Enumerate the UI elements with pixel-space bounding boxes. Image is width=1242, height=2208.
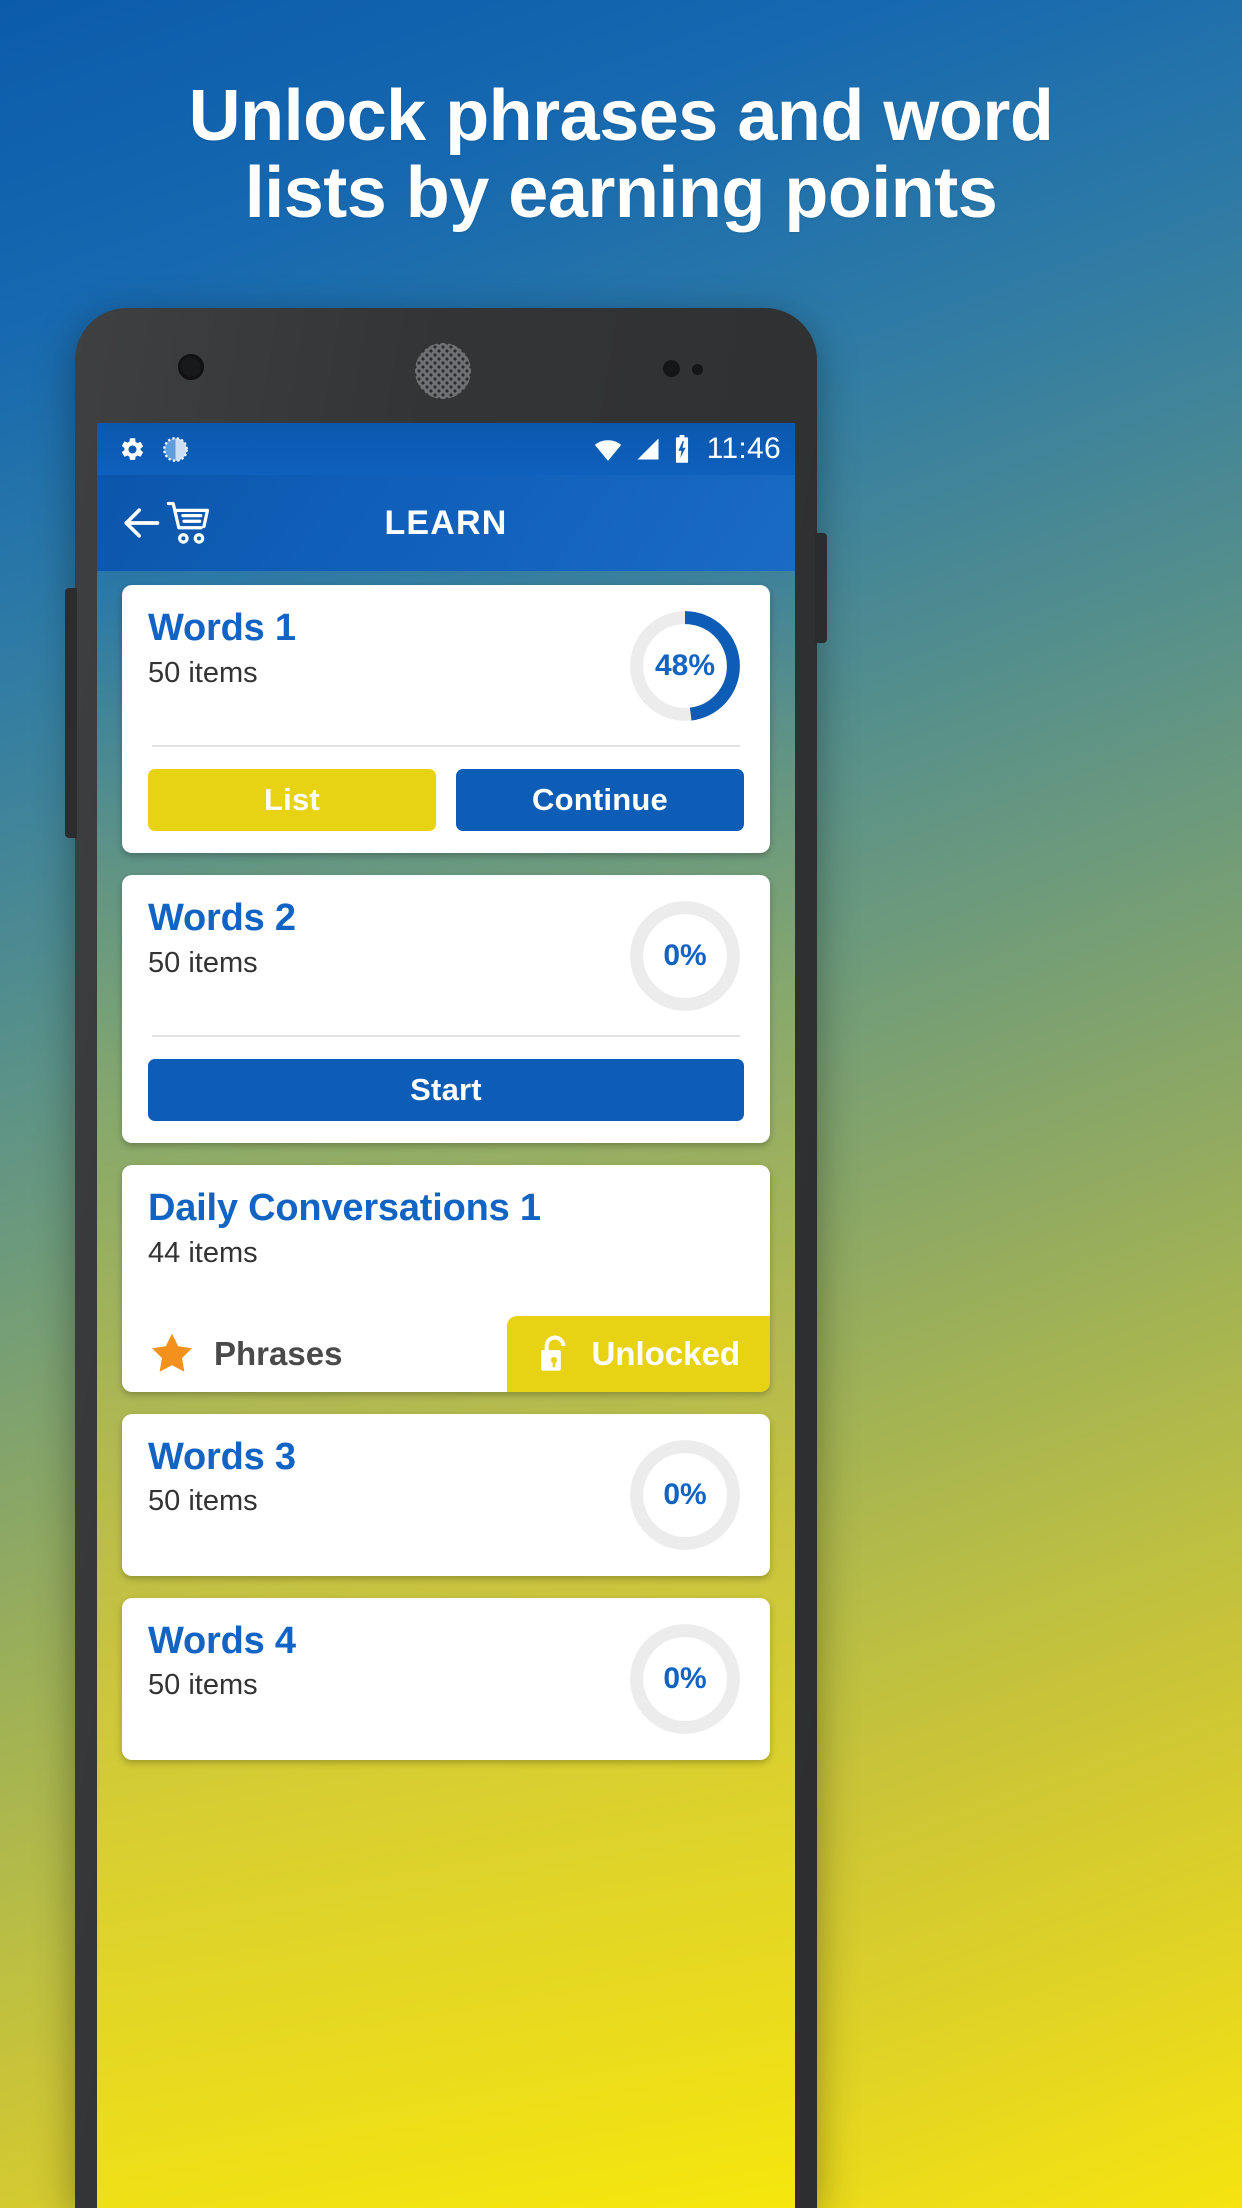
phrase-type-label: Phrases bbox=[214, 1334, 343, 1372]
learn-card[interactable]: Daily Conversations 1 44 items Phrases U… bbox=[122, 1165, 770, 1392]
card-item-count: 50 items bbox=[148, 1485, 258, 1518]
unlock-status-label: Unlocked bbox=[591, 1334, 740, 1372]
card-text-block: Words 3 50 items bbox=[148, 1436, 614, 1519]
progress-percent-label: 48% bbox=[654, 649, 716, 682]
phone-device-frame: 11:46 LEARN Words 1 50 items 48% List Co… bbox=[65, 308, 827, 2208]
shopping-cart-icon[interactable] bbox=[163, 497, 215, 549]
card-header: Words 2 50 items 0% bbox=[148, 897, 744, 1015]
card-header: Words 3 50 items 0% bbox=[148, 1436, 744, 1554]
proximity-sensor-icon bbox=[663, 360, 680, 377]
learn-card[interactable]: Words 1 50 items 48% List Continue bbox=[122, 585, 770, 853]
card-text-block: Words 4 50 items bbox=[148, 1620, 614, 1703]
progress-ring: 0% bbox=[626, 1620, 744, 1738]
promo-screenshot: Unlock phrases and word lists by earning… bbox=[0, 0, 1242, 2208]
card-header: Words 4 50 items 0% bbox=[148, 1620, 744, 1738]
learn-card[interactable]: Words 4 50 items 0% bbox=[122, 1597, 770, 1760]
card-divider bbox=[152, 745, 740, 747]
card-item-count: 44 items bbox=[148, 1236, 258, 1269]
status-bar-notifications bbox=[119, 436, 189, 463]
status-bar-clock: 11:46 bbox=[706, 432, 781, 465]
card-text-block: Words 2 50 items bbox=[148, 897, 614, 980]
volume-button bbox=[65, 588, 77, 838]
card-item-count: 50 items bbox=[148, 656, 258, 689]
progress-ring: 0% bbox=[626, 897, 744, 1015]
card-header: Words 1 50 items 48% bbox=[148, 607, 744, 725]
learn-card[interactable]: Words 2 50 items 0% Start bbox=[122, 875, 770, 1143]
card-text-block: Daily Conversations 1 44 items bbox=[148, 1187, 744, 1270]
power-button bbox=[815, 533, 827, 643]
progress-ring: 0% bbox=[626, 1436, 744, 1554]
card-actions: List Continue bbox=[148, 769, 744, 831]
card-header: Daily Conversations 1 44 items bbox=[148, 1187, 744, 1270]
learn-card[interactable]: Words 3 50 items 0% bbox=[122, 1413, 770, 1576]
headline-line-1: Unlock phrases and word bbox=[188, 76, 1054, 156]
unlock-badge[interactable]: Unlocked bbox=[507, 1315, 770, 1392]
card-actions: Start bbox=[148, 1059, 744, 1121]
card-item-count: 50 items bbox=[148, 946, 258, 979]
card-title: Daily Conversations 1 bbox=[148, 1187, 541, 1229]
card-title: Words 3 bbox=[148, 1435, 296, 1478]
download-progress-icon bbox=[162, 436, 189, 463]
phone-screen: 11:46 LEARN Words 1 50 items 48% List Co… bbox=[97, 423, 795, 2208]
signal-icon bbox=[634, 435, 662, 463]
battery-charging-icon bbox=[673, 434, 691, 464]
learn-card-list: Words 1 50 items 48% List Continue Words… bbox=[97, 571, 795, 1760]
start-button[interactable]: Start bbox=[148, 1059, 744, 1121]
back-arrow-icon[interactable] bbox=[119, 501, 163, 545]
progress-percent-label: 0% bbox=[663, 1477, 707, 1511]
android-status-bar: 11:46 bbox=[97, 423, 795, 475]
progress-ring: 48% bbox=[626, 607, 744, 725]
progress-percent-label: 0% bbox=[663, 1661, 707, 1695]
headline-line-2: lists by earning points bbox=[244, 153, 998, 234]
progress-percent-label: 0% bbox=[663, 939, 707, 972]
gear-icon bbox=[119, 436, 146, 463]
card-divider bbox=[152, 1035, 740, 1037]
app-toolbar: LEARN bbox=[97, 475, 795, 571]
card-title: Words 4 bbox=[148, 1619, 296, 1662]
card-title: Words 1 bbox=[148, 607, 296, 649]
earpiece-speaker-icon bbox=[415, 343, 471, 399]
star-icon bbox=[148, 1330, 196, 1378]
promo-headline: Unlock phrases and word lists by earning… bbox=[0, 76, 1242, 234]
card-item-count: 50 items bbox=[148, 1669, 258, 1702]
open-padlock-icon bbox=[535, 1334, 575, 1374]
card-footer: Phrases Unlocked bbox=[122, 1315, 770, 1392]
front-camera-icon bbox=[178, 354, 204, 380]
card-text-block: Words 1 50 items bbox=[148, 607, 614, 690]
list-button[interactable]: List bbox=[148, 769, 436, 831]
status-bar-system-icons: 11:46 bbox=[593, 432, 781, 466]
continue-button[interactable]: Continue bbox=[456, 769, 744, 831]
wifi-icon bbox=[593, 434, 623, 464]
light-sensor-icon bbox=[692, 364, 703, 375]
card-title: Words 2 bbox=[148, 897, 296, 939]
